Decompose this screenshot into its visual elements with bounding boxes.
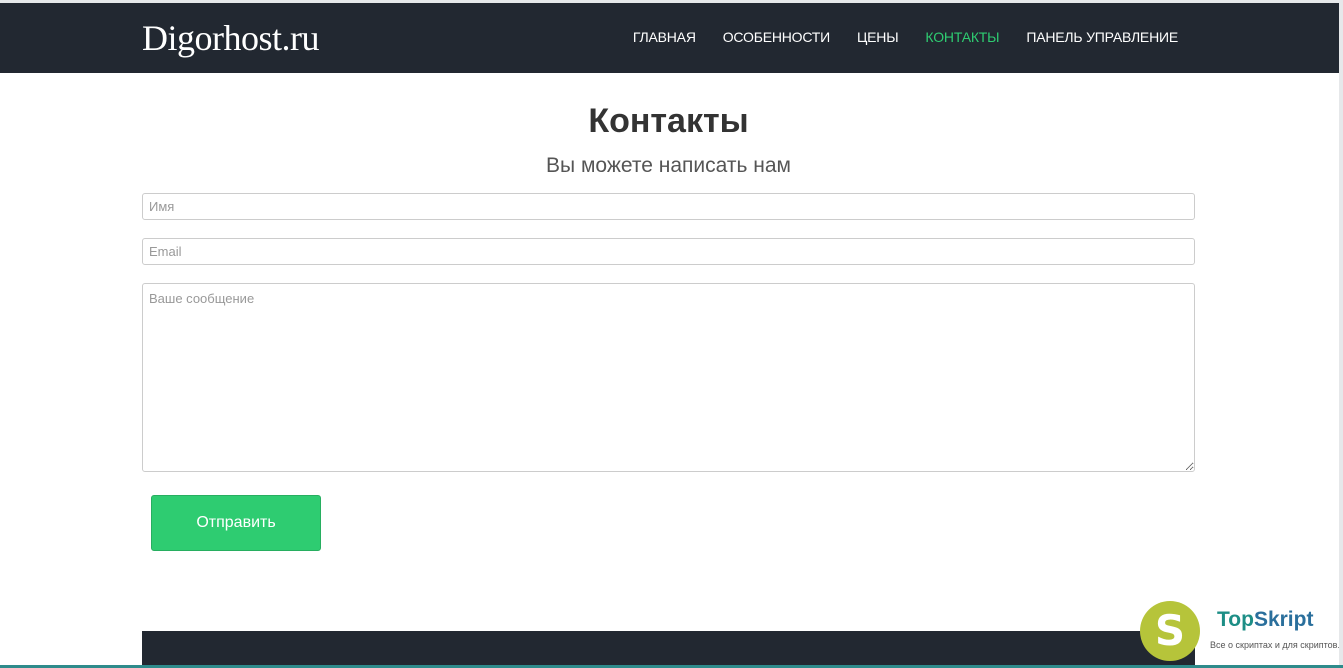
nav-item-control-panel[interactable]: ПАНЕЛЬ УПРАВЛЕНИЕ xyxy=(1026,27,1178,47)
page: Digorhost.ru ГЛАВНАЯ ОСОБЕННОСТИ ЦЕНЫ КО… xyxy=(0,0,1343,668)
submit-button[interactable]: Отправить xyxy=(151,495,321,551)
email-input[interactable] xyxy=(142,238,1195,265)
topskript-name: TopSkript xyxy=(1217,607,1313,633)
page-title: Контакты xyxy=(588,102,749,140)
page-subtitle: Вы можете написать нам xyxy=(546,154,791,177)
nav-item-contacts[interactable]: КОНТАКТЫ xyxy=(925,27,999,47)
main-nav: ГЛАВНАЯ ОСОБЕННОСТИ ЦЕНЫ КОНТАКТЫ ПАНЕЛЬ… xyxy=(633,27,1178,47)
brand-logo[interactable]: Digorhost.ru xyxy=(142,16,320,60)
topskript-name-top: Top xyxy=(1217,608,1254,631)
topskript-tagline: Все о скриптах и для скриптов... xyxy=(1210,640,1343,650)
topskript-name-skript: Skript xyxy=(1253,608,1314,631)
topskript-logo-icon: S xyxy=(1140,601,1200,661)
nav-item-prices[interactable]: ЦЕНЫ xyxy=(857,27,899,47)
topskript-watermark: S TopSkript Все о скриптах и для скрипто… xyxy=(1140,599,1343,665)
nav-item-home[interactable]: ГЛАВНАЯ xyxy=(633,27,696,47)
nav-item-features[interactable]: ОСОБЕННОСТИ xyxy=(723,27,830,47)
navbar: Digorhost.ru ГЛАВНАЯ ОСОБЕННОСТИ ЦЕНЫ КО… xyxy=(0,3,1339,73)
topskript-logo-letter: S xyxy=(1154,606,1186,655)
right-edge xyxy=(1339,0,1343,668)
name-input[interactable] xyxy=(142,193,1195,220)
message-textarea[interactable] xyxy=(142,283,1195,472)
footer xyxy=(142,631,1195,668)
